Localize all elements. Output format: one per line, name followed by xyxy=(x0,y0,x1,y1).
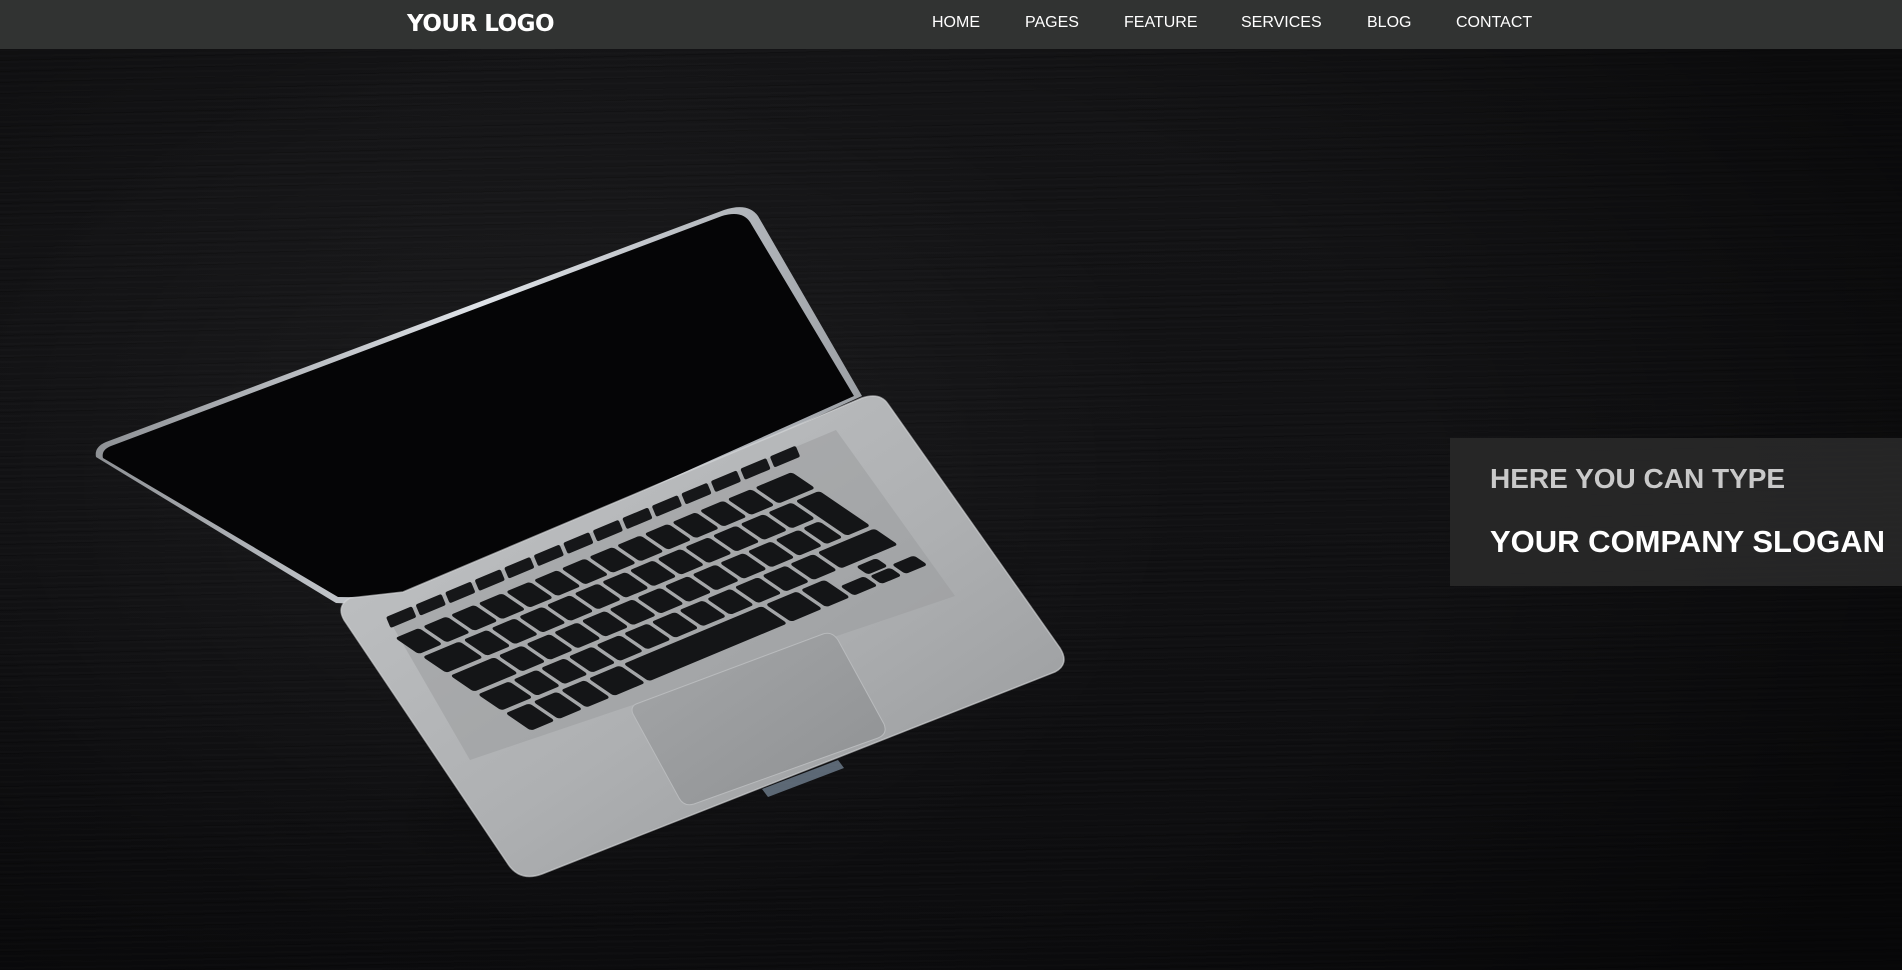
nav-home[interactable]: HOME xyxy=(932,14,980,32)
slogan-line-1: HERE YOU CAN TYPE xyxy=(1490,463,1786,494)
slogan-line-2: YOUR COMPANY SLOGAN xyxy=(1490,524,1885,559)
slogan-box: HERE YOU CAN TYPE YOUR COMPANY SLOGAN xyxy=(1450,438,1902,586)
nav-services[interactable]: SERVICES xyxy=(1241,14,1322,32)
page: YOUR LOGO HOME PAGES FEATURE SERVICES BL… xyxy=(0,0,1902,970)
top-navbar: YOUR LOGO HOME PAGES FEATURE SERVICES BL… xyxy=(0,0,1902,49)
nav-pages[interactable]: PAGES xyxy=(1025,14,1079,32)
nav-blog[interactable]: BLOG xyxy=(1367,14,1411,32)
nav-contact[interactable]: CONTACT xyxy=(1456,14,1532,32)
main-nav: HOME PAGES FEATURE SERVICES BLOG CONTACT xyxy=(0,0,1902,49)
nav-feature[interactable]: FEATURE xyxy=(1124,14,1197,32)
hero-section: HERE YOU CAN TYPE YOUR COMPANY SLOGAN xyxy=(0,49,1902,970)
